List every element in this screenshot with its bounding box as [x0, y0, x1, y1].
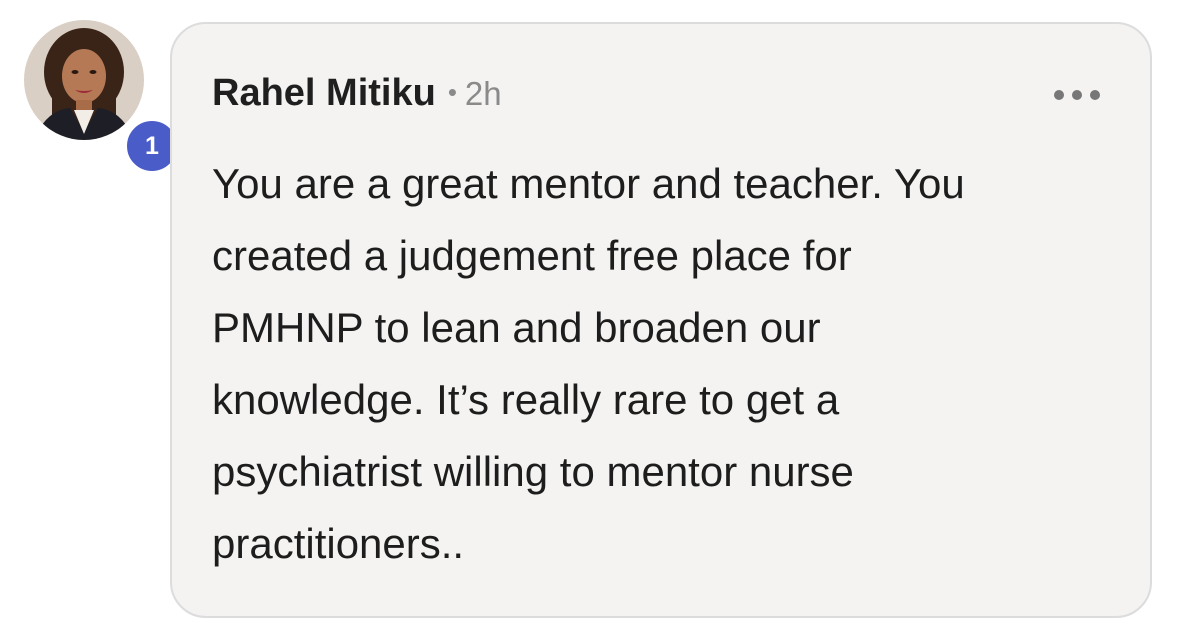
more-horizontal-icon-dot	[1090, 90, 1100, 100]
comment-bubble: Rahel Mitiku • 2h You are a great mentor…	[170, 22, 1152, 618]
more-horizontal-icon-dot	[1072, 90, 1082, 100]
avatar-photo	[24, 20, 144, 140]
avatar-container: 1	[24, 20, 182, 176]
separator-dot: •	[447, 77, 457, 107]
more-horizontal-icon	[1054, 90, 1064, 100]
timestamp[interactable]: 2h	[465, 75, 502, 113]
comment-header: Rahel Mitiku • 2h	[212, 72, 502, 115]
more-options-button[interactable]	[1054, 84, 1100, 106]
comment-thread: 1 Rahel Mitiku • 2h You are a great ment…	[0, 0, 1179, 635]
comment-body: You are a great mentor and teacher. You …	[212, 160, 965, 567]
avatar[interactable]	[24, 20, 144, 140]
author-name[interactable]: Rahel Mitiku	[212, 72, 436, 115]
